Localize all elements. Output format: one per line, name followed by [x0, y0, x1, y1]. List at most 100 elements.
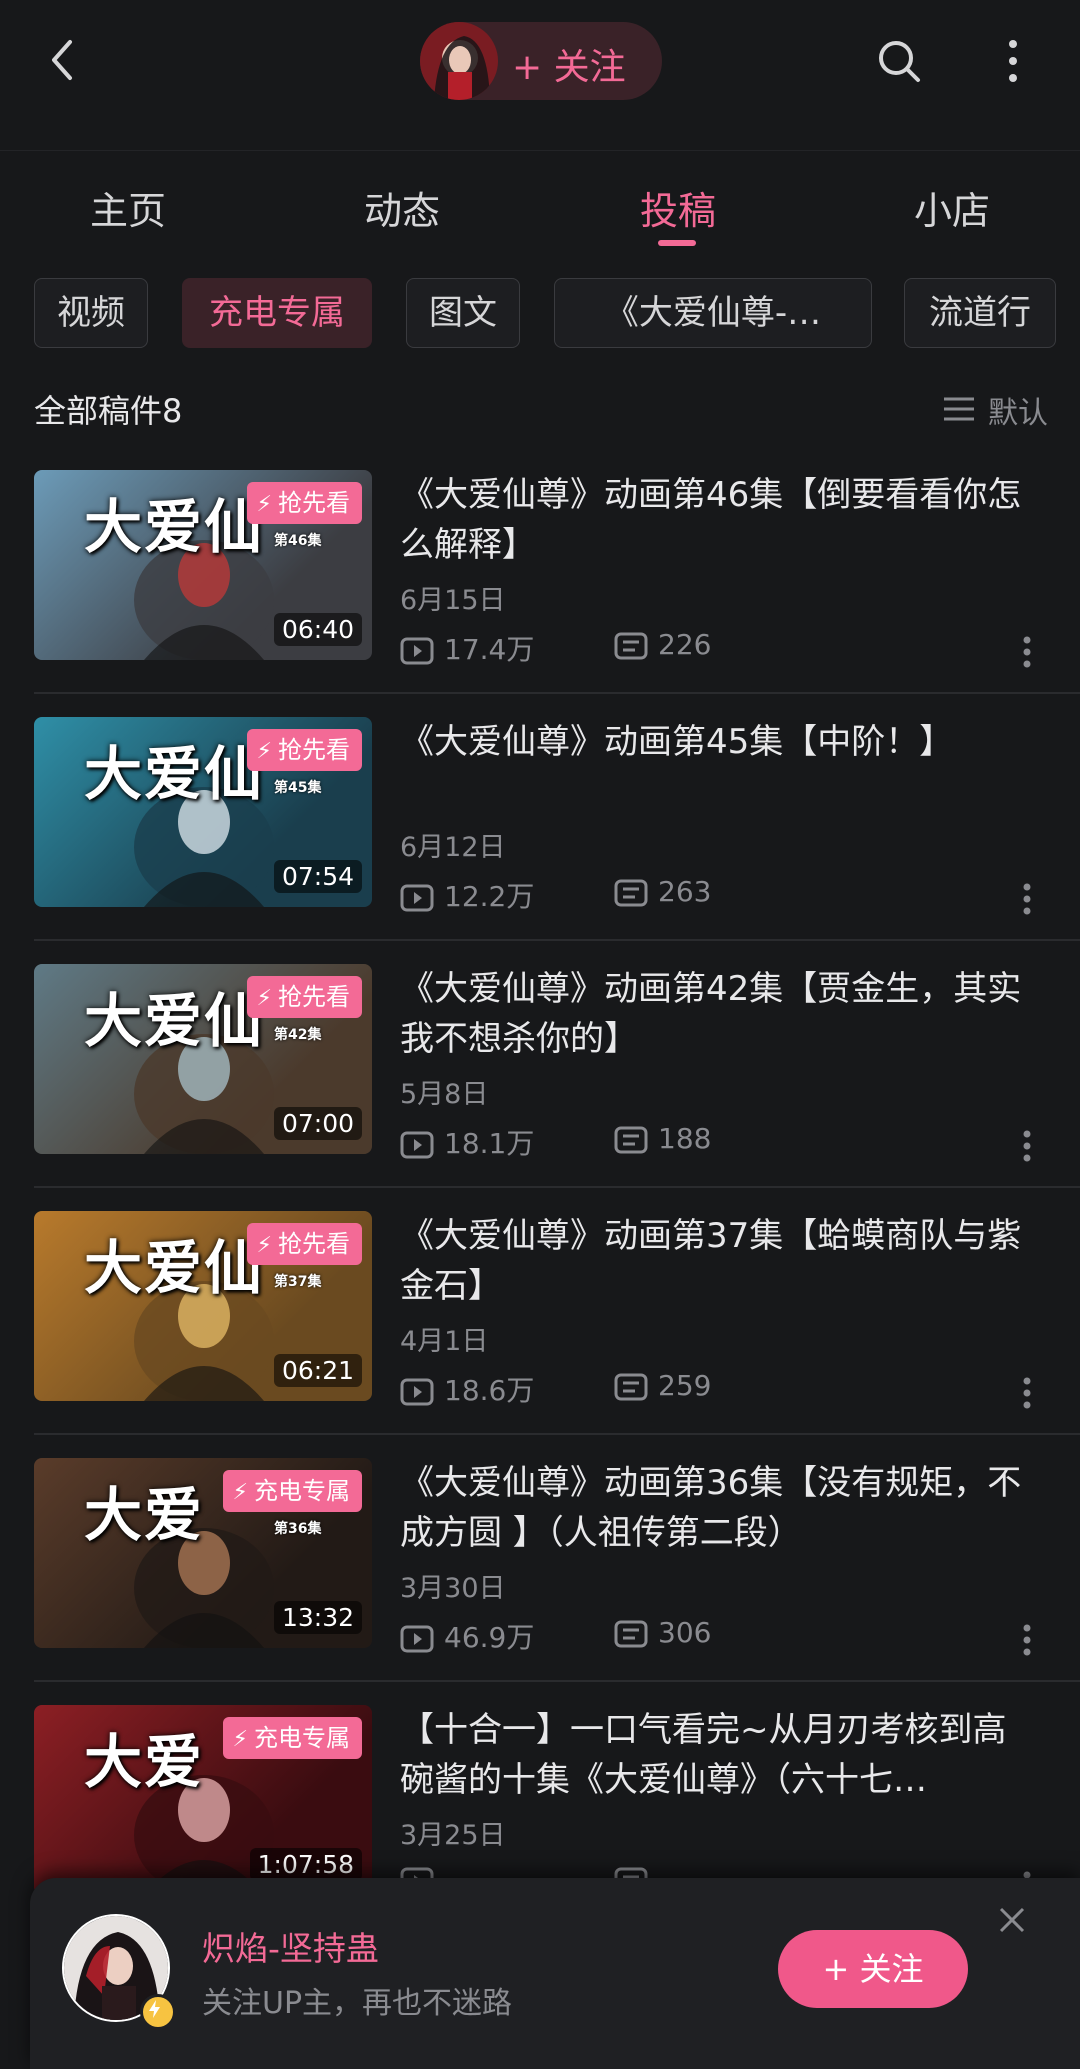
danmaku-icon: [614, 1369, 658, 1402]
header-follow-label: + 关注: [512, 47, 626, 88]
play-count-icon: [400, 1621, 444, 1654]
danmaku-icon: [614, 628, 658, 661]
tab-uploads[interactable]: 投稿: [578, 180, 778, 235]
video-item[interactable]: 大爱第36集 ⚡ 充电专属 13:32 《大爱仙尊》动画第36集【没有规矩，不成方圆 】…: [0, 1458, 1080, 1704]
chip-video[interactable]: 视频: [34, 278, 148, 348]
danmaku-icon: [614, 875, 658, 908]
divider: [34, 692, 1080, 694]
video-thumbnail[interactable]: 大爱 ⚡ 充电专属 1:07:58: [34, 1705, 372, 1895]
lightning-icon: ⚡: [256, 1233, 272, 1258]
video-thumbnail[interactable]: 大爱仙 第45集 ⚡ 抢先看 07:54: [34, 717, 372, 907]
uploader-name[interactable]: 炽焰-坚持蛊: [202, 1922, 379, 1970]
video-duration: 07:00: [273, 1107, 362, 1140]
play-count-icon: [400, 633, 444, 666]
more-vertical-icon[interactable]: [1018, 1375, 1036, 1411]
thumbnail-episode-text: 第46集: [274, 533, 322, 549]
view-count: 12.2万: [400, 875, 534, 915]
video-item[interactable]: 大爱仙 第37集 ⚡ 抢先看 06:21 《大爱仙尊》动画第37集【蛤蟆商队与紫金石】 4月…: [0, 1211, 1080, 1457]
follow-prompt-text: 关注UP主，再也不迷路: [202, 1986, 513, 2021]
avatar: [420, 22, 498, 100]
video-title[interactable]: 《大爱仙尊》动画第45集【中阶！】: [400, 717, 1040, 817]
thumbnail-title-text: 大爱: [84, 1481, 205, 1549]
view-count: 17.4万: [400, 628, 534, 668]
video-duration: 13:32: [273, 1601, 362, 1634]
profile-tabs: 主页 动态 投稿 小店: [0, 150, 1080, 258]
video-date: 5月8日: [400, 1079, 489, 1110]
video-date: 6月12日: [400, 832, 506, 863]
video-thumbnail[interactable]: 大爱仙 第37集 ⚡ 抢先看 06:21: [34, 1211, 372, 1401]
lightning-icon: ⚡: [256, 986, 272, 1011]
danmaku-icon: [614, 1616, 658, 1649]
lightning-icon: ⚡: [232, 1727, 248, 1752]
view-count: 18.1万: [400, 1122, 534, 1162]
search-icon[interactable]: [876, 38, 922, 84]
access-badge: ⚡ 充电专属: [222, 1470, 362, 1512]
danmaku-count: 188: [614, 1122, 711, 1155]
lightning-icon: ⚡: [256, 492, 272, 517]
video-date: 6月15日: [400, 585, 506, 616]
video-duration: 06:21: [273, 1354, 362, 1387]
video-item[interactable]: 大爱仙 第45集 ⚡ 抢先看 07:54 《大爱仙尊》动画第45集【中阶！】 6月12日 12…: [0, 717, 1080, 963]
divider: [34, 939, 1080, 941]
video-title[interactable]: 《大爱仙尊》动画第42集【贾金生，其实我不想杀你的】: [400, 964, 1040, 1064]
video-title[interactable]: 《大爱仙尊》动画第37集【蛤蟆商队与紫金石】: [400, 1211, 1040, 1311]
upload-count: 全部稿件8: [34, 392, 183, 430]
play-count-icon: [400, 880, 444, 913]
divider: [34, 1186, 1080, 1188]
chip-charge-exclusive[interactable]: 充电专属: [182, 278, 372, 348]
thumbnail-title-text: 大爱仙: [84, 1234, 265, 1302]
view-count: 18.6万: [400, 1369, 534, 1409]
thumbnail-episode-text: 第45集: [274, 780, 322, 796]
chip-image-text[interactable]: 图文: [406, 278, 520, 348]
thumbnail-title-text: 大爱仙: [84, 987, 265, 1055]
video-title[interactable]: 【十合一】一口气看完~从月刃考核到高碗酱的十集《大爱仙尊》（六十七…: [400, 1705, 1040, 1805]
lightning-icon: ⚡: [232, 1480, 248, 1505]
chip-liudaoxing[interactable]: 流道行: [904, 278, 1056, 348]
video-date: 4月1日: [400, 1326, 489, 1357]
more-vertical-icon[interactable]: [1018, 1622, 1036, 1658]
thumbnail-episode-text: 第42集: [274, 1027, 322, 1043]
top-bar: + 关注: [0, 0, 1080, 124]
sort-icon[interactable]: [942, 396, 976, 422]
tab-home[interactable]: 主页: [28, 180, 228, 235]
back-arrow-icon[interactable]: [44, 38, 84, 82]
video-thumbnail[interactable]: 大爱仙 第46集 ⚡ 抢先看 06:40: [34, 470, 372, 660]
sort-label[interactable]: 默认: [988, 388, 1048, 432]
play-count-icon: [400, 1127, 444, 1160]
tab-dynamics[interactable]: 动态: [302, 180, 502, 235]
video-item[interactable]: 大爱仙 第42集 ⚡ 抢先看 07:00 《大爱仙尊》动画第42集【贾金生，其实我不想杀你…: [0, 964, 1080, 1210]
thumbnail-title-text: 大爱: [84, 1728, 205, 1796]
more-vertical-icon[interactable]: [1018, 1128, 1036, 1164]
access-badge: ⚡ 抢先看: [246, 1223, 362, 1265]
lightning-icon: ⚡: [256, 739, 272, 764]
follow-prompt-sheet: 炽焰-坚持蛊 关注UP主，再也不迷路 + 关注: [30, 1878, 1080, 2069]
video-duration: 1:07:58: [249, 1848, 362, 1881]
video-date: 3月25日: [400, 1820, 506, 1851]
video-title[interactable]: 《大爱仙尊》动画第46集【倒要看看你怎么解释】: [400, 470, 1040, 570]
follow-button[interactable]: + 关注: [778, 1930, 968, 2008]
thumbnail-title-text: 大爱仙: [84, 493, 265, 561]
video-duration: 07:54: [273, 860, 362, 893]
active-tab-indicator: [658, 240, 696, 246]
play-count-icon: [400, 1374, 444, 1407]
divider: [34, 1433, 1080, 1435]
more-vertical-icon[interactable]: [1018, 634, 1036, 670]
video-title[interactable]: 《大爱仙尊》动画第36集【没有规矩，不成方圆 】（人祖传第二段）: [400, 1458, 1040, 1558]
video-thumbnail[interactable]: 大爱第36集 ⚡ 充电专属 13:32: [34, 1458, 372, 1648]
close-icon[interactable]: [998, 1906, 1026, 1934]
video-thumbnail[interactable]: 大爱仙 第42集 ⚡ 抢先看 07:00: [34, 964, 372, 1154]
danmaku-count: 263: [614, 875, 711, 908]
tab-shop[interactable]: 小店: [852, 180, 1052, 235]
video-item[interactable]: 大爱仙 第46集 ⚡ 抢先看 06:40 《大爱仙尊》动画第46集【倒要看看你怎么解释】 6…: [0, 470, 1080, 716]
video-duration: 06:40: [273, 613, 362, 646]
thumbnail-episode-text: 第36集: [274, 1521, 322, 1537]
more-vertical-icon[interactable]: [1018, 881, 1036, 917]
thumbnail-title-text: 大爱仙: [84, 740, 265, 808]
danmaku-count: 306: [614, 1616, 711, 1649]
video-date: 3月30日: [400, 1573, 506, 1604]
chip-series[interactable]: 《大爱仙尊-…: [554, 278, 872, 348]
header-follow-button[interactable]: + 关注: [420, 22, 662, 100]
view-count: 46.9万: [400, 1616, 534, 1656]
more-vertical-icon[interactable]: [998, 36, 1028, 86]
danmaku-icon: [614, 1122, 658, 1155]
